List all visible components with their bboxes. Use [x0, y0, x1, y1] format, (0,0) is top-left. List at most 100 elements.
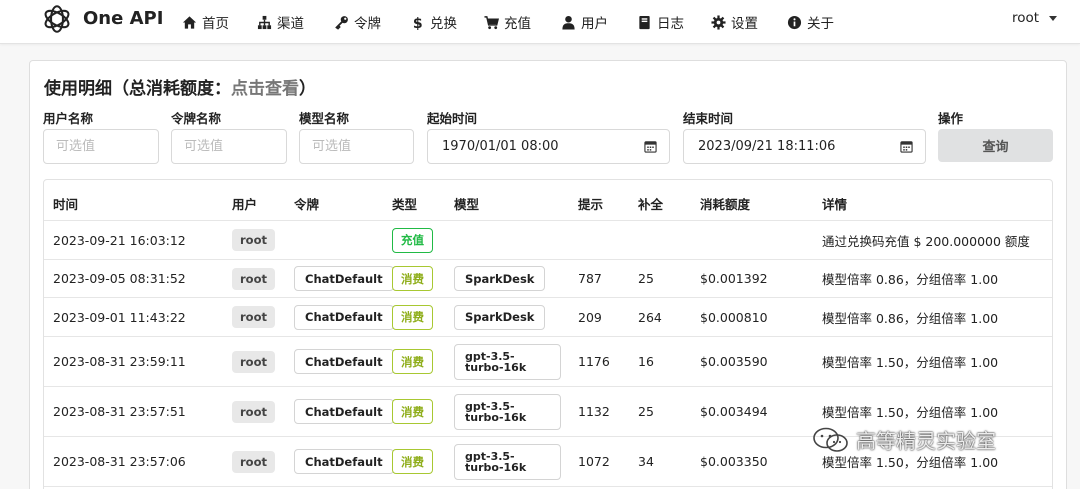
nav-item-redeem[interactable]: $ 兑换	[410, 0, 457, 44]
row-time: 2023-09-01 11:43:22	[53, 309, 186, 325]
token-tag: ChatDefault	[294, 304, 394, 330]
row-detail: 模型倍率 0.86，分组倍率 1.00	[822, 310, 999, 326]
svg-text:$: $	[413, 16, 423, 30]
end-time-label: 结束时间	[683, 111, 734, 126]
model-tag: SparkDesk	[454, 266, 546, 291]
token-tag: ChatDefault	[294, 449, 394, 474]
nav-item-users[interactable]: 用户	[561, 0, 608, 44]
row-quota: $0.000810	[700, 309, 768, 325]
home-icon	[182, 15, 197, 30]
table-row: 2023-08-31 23:59:11 root ChatDefault 消费 …	[44, 336, 1052, 386]
row-prompt: 1132	[578, 404, 610, 419]
type-tag-recharge: 充值	[392, 227, 433, 253]
cart-icon	[484, 15, 499, 30]
row-prompt: 209	[578, 309, 602, 325]
user-chip: root	[232, 306, 275, 328]
username-input[interactable]	[43, 129, 159, 164]
start-time-value: 1970/01/01 08:00	[442, 139, 559, 154]
title-prefix: 使用明细（总消耗额度：	[44, 79, 231, 99]
model-name-input[interactable]	[299, 129, 414, 164]
nav-item-channels[interactable]: 渠道	[257, 0, 304, 44]
token-tag: ChatDefault	[294, 349, 394, 374]
token-tag: ChatDefault	[294, 266, 394, 291]
title-suffix: ）	[299, 79, 316, 99]
nav-item-settings[interactable]: 设置	[711, 0, 758, 44]
nav-item-topup[interactable]: 充值	[484, 0, 531, 44]
gear-icon	[711, 14, 726, 30]
column-header-completion[interactable]: 补全	[638, 194, 663, 213]
start-time-label: 起始时间	[427, 111, 478, 126]
row-completion: 25	[638, 404, 654, 419]
nav-item-label: 设置	[731, 16, 758, 32]
nav-item-label: 令牌	[354, 16, 381, 32]
nav-item-home[interactable]: 首页	[182, 0, 229, 44]
model-tag: gpt-3.5-turbo-16k	[454, 393, 561, 430]
nav-item-tokens[interactable]: 令牌	[334, 0, 381, 44]
nav-item-label: 首页	[202, 16, 229, 32]
model-name-label: 模型名称	[299, 111, 350, 126]
user-chip: root	[232, 350, 275, 373]
row-time: 2023-09-21 16:03:12	[53, 232, 186, 248]
view-total-quota-link[interactable]: 点击查看	[231, 79, 299, 99]
column-header-prompt[interactable]: 提示	[578, 194, 603, 213]
model-tag: gpt-3.5-turbo-16k	[454, 343, 561, 380]
type-tag-consume: 消费	[392, 304, 433, 330]
user-dropdown[interactable]: root	[1012, 0, 1058, 36]
row-quota: $0.003350	[700, 454, 768, 469]
row-time: 2023-08-31 23:59:11	[53, 354, 186, 369]
nav-item-label: 日志	[657, 16, 684, 32]
model-tag: SparkDesk	[454, 304, 546, 330]
info-icon	[787, 15, 802, 30]
row-completion: 16	[638, 354, 654, 369]
calendar-icon[interactable]	[900, 140, 913, 153]
end-time-input[interactable]: 2023/09/21 18:11:06	[683, 129, 926, 164]
end-time-value: 2023/09/21 18:11:06	[698, 139, 836, 154]
openai-logo-icon[interactable]	[40, 2, 74, 36]
user-chip: root	[232, 229, 275, 251]
user-chip: root	[232, 400, 275, 423]
column-header-time[interactable]: 时间	[53, 194, 78, 213]
current-username: root	[1012, 10, 1040, 26]
row-quota: $0.001392	[700, 271, 768, 286]
nav-item-label: 关于	[807, 16, 834, 32]
username-label: 用户名称	[43, 111, 94, 126]
row-time: 2023-08-31 23:57:51	[53, 404, 186, 419]
action-label: 操作	[938, 111, 964, 126]
model-tag: gpt-3.5-turbo-16k	[454, 443, 561, 480]
nav-item-label: 兑换	[430, 16, 457, 32]
column-header-type[interactable]: 类型	[392, 194, 417, 213]
table-row: 2023-09-21 16:03:12 root 充值 通过兑换码充值 $ 20…	[44, 220, 1052, 259]
row-time: 2023-09-05 08:31:52	[53, 271, 186, 286]
caret-down-icon	[1049, 15, 1058, 21]
column-header-token[interactable]: 令牌	[294, 194, 319, 213]
nav-item-label: 渠道	[277, 16, 304, 32]
query-button[interactable]: 查询	[938, 129, 1053, 162]
token-name-input[interactable]	[171, 129, 287, 164]
start-time-input[interactable]: 1970/01/01 08:00	[427, 129, 670, 164]
row-prompt: 1072	[578, 454, 610, 469]
column-header-model[interactable]: 模型	[454, 194, 479, 213]
user-chip: root	[232, 450, 275, 473]
table-row: 2023-09-05 08:31:52 root ChatDefault 消费 …	[44, 259, 1052, 297]
row-prompt: 1176	[578, 354, 610, 369]
nav-item-logs[interactable]: 日志	[637, 0, 684, 44]
type-tag-consume: 消费	[392, 399, 433, 424]
type-tag-consume: 消费	[392, 266, 433, 291]
row-completion: 34	[638, 454, 654, 469]
token-tag: ChatDefault	[294, 399, 394, 424]
nav-item-about[interactable]: 关于	[787, 0, 834, 44]
type-tag-consume: 消费	[392, 449, 433, 474]
column-header-quota[interactable]: 消耗额度	[700, 194, 750, 213]
row-completion: 264	[638, 309, 662, 325]
row-time: 2023-08-31 23:57:06	[53, 454, 186, 469]
row-completion: 25	[638, 271, 654, 286]
brand-name[interactable]: One API	[83, 8, 163, 29]
book-icon	[637, 15, 652, 30]
column-header-detail[interactable]: 详情	[822, 194, 847, 213]
calendar-icon[interactable]	[644, 140, 657, 153]
sitemap-icon	[257, 15, 272, 30]
page-title: 使用明细（总消耗额度：点击查看）	[44, 74, 316, 99]
user-icon	[561, 15, 576, 30]
nav-item-label: 充值	[504, 16, 531, 32]
column-header-user[interactable]: 用户	[232, 194, 257, 213]
